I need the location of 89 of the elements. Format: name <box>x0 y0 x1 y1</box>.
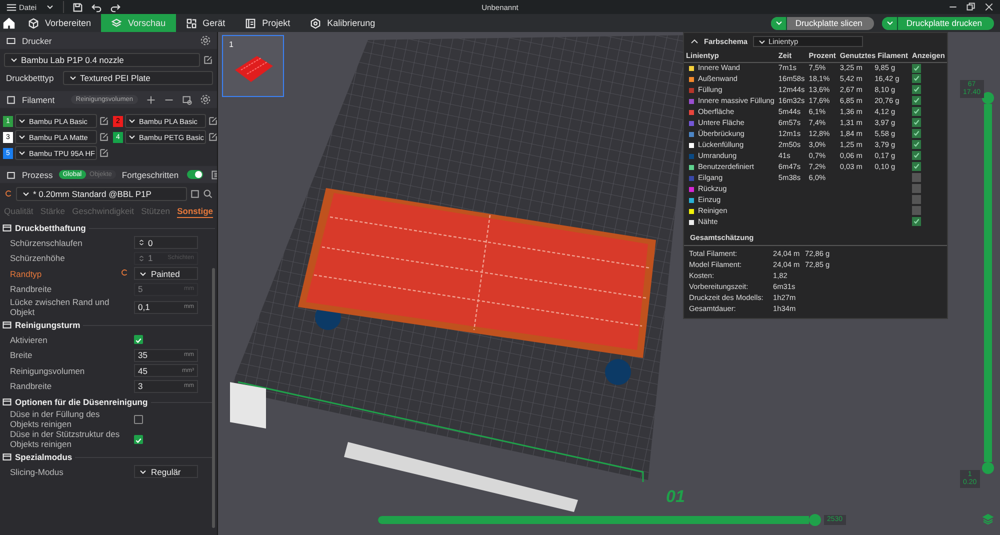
undo-icon[interactable] <box>90 2 102 12</box>
document-icon <box>245 18 256 28</box>
setting-label: Schürzenhöhe <box>10 253 66 264</box>
setting-label: Schürzenschlaufen <box>10 238 84 248</box>
checkbox[interactable] <box>912 195 921 204</box>
slice-plate-button[interactable]: Druckplatte slicen <box>771 16 874 30</box>
checkbox[interactable] <box>134 434 143 444</box>
select-field[interactable]: Regulär <box>134 465 198 478</box>
reset-icon[interactable] <box>4 188 13 198</box>
edit-icon[interactable] <box>203 55 213 65</box>
view-tab[interactable]: Gerät <box>176 14 236 32</box>
checkbox[interactable] <box>912 151 921 160</box>
section-title: Optionen für die Düsenreinigung <box>15 397 148 407</box>
edit-icon[interactable] <box>98 116 109 126</box>
edit-icon[interactable] <box>208 116 217 126</box>
checkbox[interactable] <box>912 173 921 182</box>
settings-icon[interactable] <box>200 94 211 105</box>
section-title: Druckbetthaftung <box>15 223 86 233</box>
section-icon <box>2 397 12 407</box>
setting-label: Düse in der Füllung des Objekts reinigen <box>10 409 101 429</box>
number-field[interactable]: 0 <box>134 236 198 250</box>
checkbox[interactable] <box>912 217 921 226</box>
bed-type-select[interactable]: Textured PEI Plate <box>63 71 213 85</box>
hexagon-icon <box>310 18 322 28</box>
printer-select[interactable]: Bambu Lab P1P 0.4 nozzle <box>4 53 200 67</box>
section-title: Reinigungsturm <box>15 320 80 330</box>
restore-icon[interactable] <box>966 2 976 12</box>
save-icon[interactable] <box>190 189 200 199</box>
edit-icon[interactable] <box>98 132 109 142</box>
section-header: Prozess <box>22 170 53 180</box>
setting-label: Aktivieren <box>10 334 48 345</box>
section-icon <box>2 320 12 330</box>
setting-label: Düse in der Stützstruktur des Objekts reinigen <box>10 429 120 449</box>
plate-label: 01 <box>666 487 685 507</box>
collapse-icon[interactable] <box>690 37 699 46</box>
checkbox[interactable] <box>912 74 921 84</box>
view-tab[interactable]: Projekt <box>235 14 300 32</box>
checkbox[interactable] <box>912 184 921 194</box>
edit-icon[interactable] <box>208 132 217 142</box>
select-field[interactable]: Painted <box>134 267 198 280</box>
plate-thumbnail[interactable]: 1 <box>222 35 284 97</box>
menu-icon[interactable] <box>6 2 17 12</box>
checkbox[interactable] <box>912 107 921 116</box>
section-icon <box>2 452 12 462</box>
layers-icon[interactable] <box>982 513 994 525</box>
setting-label: Reinigungsvolumen <box>10 366 86 376</box>
section-header: Filament <box>22 94 55 104</box>
checkbox[interactable] <box>912 129 921 138</box>
close-icon[interactable] <box>984 2 994 12</box>
checkbox[interactable] <box>912 85 921 94</box>
section-header: Drucker <box>22 36 52 46</box>
advanced-label: Fortgeschritten <box>122 170 179 180</box>
section-title: Spezialmodus <box>15 452 72 462</box>
layer-slider[interactable] <box>982 92 994 474</box>
checkbox[interactable] <box>912 162 921 172</box>
setting-label: Slicing-Modus <box>10 466 64 477</box>
settings-icon[interactable] <box>200 35 211 46</box>
slider-handle[interactable] <box>809 514 821 526</box>
setting-label: Breite <box>10 350 34 360</box>
checkbox[interactable] <box>912 206 921 216</box>
reset-icon[interactable] <box>120 268 129 278</box>
spinner-icon[interactable] <box>138 238 145 248</box>
edit-icon[interactable] <box>98 148 109 158</box>
view-tab[interactable]: Kalibrierung <box>300 14 386 32</box>
checkbox[interactable] <box>134 414 143 424</box>
advanced-toggle[interactable] <box>186 170 203 179</box>
setting-label: Randbreite <box>10 284 53 294</box>
layers-icon <box>111 18 122 28</box>
section-icon <box>2 223 12 233</box>
move-slider[interactable] <box>378 514 821 526</box>
checkbox[interactable] <box>912 96 921 106</box>
slider-handle[interactable] <box>982 462 994 474</box>
setting-label: Lücke zwischen Rand und Objekt <box>10 297 110 317</box>
plus-icon[interactable] <box>146 94 156 104</box>
checkbox[interactable] <box>912 64 921 73</box>
search-icon[interactable] <box>203 189 213 199</box>
field-label: Druckbetttyp <box>5 73 55 83</box>
plate-number: 1 <box>229 40 234 49</box>
checkbox[interactable] <box>912 118 921 128</box>
setting-label: Randtyp <box>10 268 43 279</box>
view-tab[interactable]: Vorbereiten <box>18 14 102 32</box>
settings-tab[interactable]: Sonstige <box>177 206 213 218</box>
checkbox[interactable] <box>134 335 143 344</box>
slider-handle[interactable] <box>982 92 994 104</box>
home-icon[interactable] <box>3 17 15 29</box>
checkbox[interactable] <box>912 140 921 150</box>
process-preset-select[interactable]: * 0.20mm Standard @BBL P1P <box>16 187 187 201</box>
redo-icon[interactable] <box>110 2 121 12</box>
setting-label: Randbreite <box>10 381 53 392</box>
